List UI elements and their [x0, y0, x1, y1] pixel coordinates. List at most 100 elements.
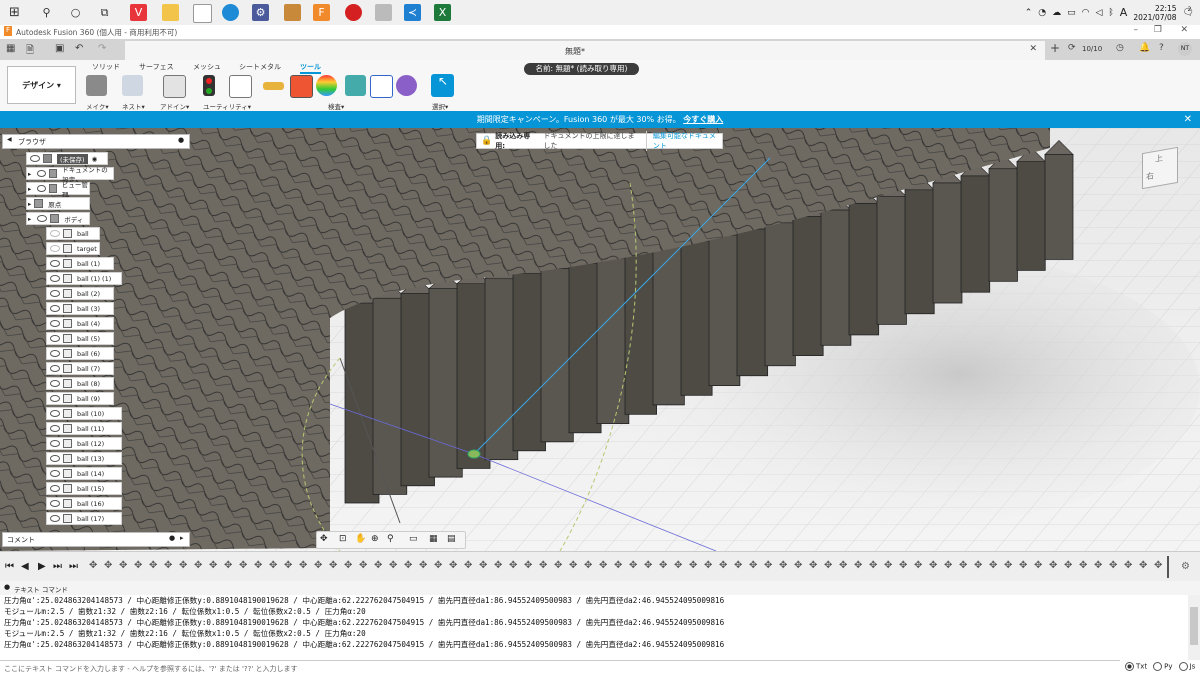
new-tab-icon[interactable]: +: [1050, 41, 1060, 55]
browser-panel-header[interactable]: ◀ ブラウザ ●: [2, 134, 190, 149]
body-row[interactable]: ball (11): [46, 422, 122, 435]
group-utility[interactable]: ユーティリティ▾: [203, 101, 251, 111]
group-select[interactable]: 選択▾: [432, 101, 448, 111]
timeline-move-feature-icon[interactable]: ✥: [884, 560, 892, 571]
timeline-move-feature-icon[interactable]: ✥: [224, 560, 232, 571]
wifi-icon[interactable]: ◠: [1082, 8, 1090, 18]
timeline-move-feature-icon[interactable]: ✥: [1049, 560, 1057, 571]
task-view-icon[interactable]: ⧉: [96, 4, 113, 21]
collapse-icon[interactable]: ◀: [7, 136, 12, 143]
timeline-move-feature-icon[interactable]: ✥: [464, 560, 472, 571]
orbit-icon[interactable]: ✥: [320, 534, 328, 544]
timeline-move-feature-icon[interactable]: ✥: [389, 560, 397, 571]
timeline-move-feature-icon[interactable]: ✥: [194, 560, 202, 571]
look-at-icon[interactable]: ⊡: [339, 534, 347, 544]
expand-arrow-icon[interactable]: ▸: [28, 185, 31, 193]
timeline-move-feature-icon[interactable]: ✥: [629, 560, 637, 571]
timeline-move-feature-icon[interactable]: ✥: [1124, 560, 1132, 571]
timeline-move-feature-icon[interactable]: ✥: [1139, 560, 1147, 571]
file-explorer-icon[interactable]: [162, 4, 179, 21]
vscode-icon[interactable]: ≺: [404, 4, 421, 21]
timeline-move-feature-icon[interactable]: ✥: [104, 560, 112, 571]
body-row[interactable]: ball (2): [46, 287, 114, 300]
promo-buy-link[interactable]: 今すぐ購入: [683, 115, 723, 124]
timeline-move-feature-icon[interactable]: ✥: [254, 560, 262, 571]
visibility-eye-icon[interactable]: [50, 305, 60, 312]
body-row[interactable]: ball (16): [46, 497, 122, 510]
timeline-move-feature-icon[interactable]: ✥: [329, 560, 337, 571]
timeline-move-feature-icon[interactable]: ✥: [449, 560, 457, 571]
visibility-eye-icon[interactable]: [50, 395, 60, 402]
timeline-move-feature-icon[interactable]: ✥: [659, 560, 667, 571]
visibility-eye-icon[interactable]: [50, 515, 60, 522]
app-pen-icon[interactable]: [375, 4, 392, 21]
text-command-collapse-icon[interactable]: ●: [4, 583, 10, 591]
timeline-move-feature-icon[interactable]: ✥: [374, 560, 382, 571]
visibility-eye-icon[interactable]: [50, 425, 60, 432]
help-icon[interactable]: ?: [1159, 43, 1164, 53]
visibility-eye-icon[interactable]: [50, 260, 60, 267]
body-row[interactable]: ball (3): [46, 302, 114, 315]
timeline-move-feature-icon[interactable]: ✥: [869, 560, 877, 571]
visibility-eye-icon[interactable]: [50, 275, 60, 282]
timeline-move-feature-icon[interactable]: ✥: [674, 560, 682, 571]
timeline-move-feature-icon[interactable]: ✥: [479, 560, 487, 571]
expand-arrow-icon[interactable]: ▸: [28, 200, 31, 208]
timeline-move-feature-icon[interactable]: ✥: [299, 560, 307, 571]
cortana-icon[interactable]: ○: [67, 4, 84, 21]
body-row[interactable]: ball (6): [46, 347, 114, 360]
job-status-icon[interactable]: ⟳: [1068, 43, 1076, 53]
body-row[interactable]: ball (1): [46, 257, 114, 270]
timeline-move-feature-icon[interactable]: ✥: [839, 560, 847, 571]
timeline-move-feature-icon[interactable]: ✥: [959, 560, 967, 571]
body-row[interactable]: ball (14): [46, 467, 122, 480]
workspace-design-button[interactable]: デザイン ▾: [7, 66, 76, 104]
timeline-next-icon[interactable]: ⏭: [53, 561, 62, 572]
redo-icon[interactable]: ↷: [98, 43, 106, 54]
body-row[interactable]: ball (4): [46, 317, 114, 330]
timeline-move-feature-icon[interactable]: ✥: [164, 560, 172, 571]
browser-settings-icon[interactable]: ●: [178, 136, 184, 144]
save-icon[interactable]: ▣: [55, 43, 64, 54]
visibility-eye-icon[interactable]: [50, 500, 60, 507]
timeline-move-feature-icon[interactable]: ✥: [134, 560, 142, 571]
visibility-eye-icon[interactable]: [50, 365, 60, 372]
timeline-move-feature-icon[interactable]: ✥: [974, 560, 982, 571]
timeline-move-feature-icon[interactable]: ✥: [944, 560, 952, 571]
body-row[interactable]: ball (1) (1): [46, 272, 122, 285]
visibility-eye-icon[interactable]: [50, 380, 60, 387]
timeline-move-feature-icon[interactable]: ✥: [1154, 560, 1162, 571]
visibility-eye-icon[interactable]: [50, 350, 60, 357]
timeline-move-feature-icon[interactable]: ✥: [89, 560, 97, 571]
comment-settings-icon[interactable]: ●: [169, 534, 175, 542]
timeline-move-feature-icon[interactable]: ✥: [599, 560, 607, 571]
visibility-eye-icon[interactable]: [50, 245, 60, 252]
body-row[interactable]: target: [46, 242, 100, 255]
group-nest[interactable]: ネスト▾: [122, 101, 145, 111]
battery-icon[interactable]: ▭: [1067, 8, 1076, 18]
timeline-end-icon[interactable]: ⏭: [69, 561, 78, 572]
timeline-move-feature-icon[interactable]: ✥: [734, 560, 742, 571]
expand-icon[interactable]: ▸: [180, 534, 184, 542]
visibility-eye-icon[interactable]: [50, 485, 60, 492]
timeline-settings-icon[interactable]: ⚙: [1181, 561, 1190, 572]
3d-viewport[interactable]: 上 右: [0, 128, 1200, 551]
body-row[interactable]: ball (15): [46, 482, 122, 495]
timeline-move-feature-icon[interactable]: ✥: [764, 560, 772, 571]
timeline-move-feature-icon[interactable]: ✥: [359, 560, 367, 571]
timeline-move-feature-icon[interactable]: ✥: [1079, 560, 1087, 571]
expand-arrow-icon[interactable]: ▸: [28, 170, 31, 178]
timeline-play-icon[interactable]: ▶: [38, 561, 46, 572]
curvature-icon[interactable]: [316, 75, 337, 96]
timeline-move-feature-icon[interactable]: ✥: [719, 560, 727, 571]
file-menu-icon[interactable]: 🗎: [26, 43, 34, 60]
timeline-move-feature-icon[interactable]: ✥: [494, 560, 502, 571]
zebra-icon[interactable]: [345, 75, 366, 96]
promo-close-icon[interactable]: ✕: [1184, 111, 1192, 128]
timeline-prev-icon[interactable]: ◀: [21, 561, 29, 572]
zoom-icon[interactable]: ⊕: [371, 534, 379, 544]
grid-settings-icon[interactable]: ▦: [429, 534, 438, 544]
visibility-eye-icon[interactable]: [50, 335, 60, 342]
edge-icon[interactable]: [222, 4, 239, 21]
group-inspect[interactable]: 検査▾: [328, 101, 344, 111]
